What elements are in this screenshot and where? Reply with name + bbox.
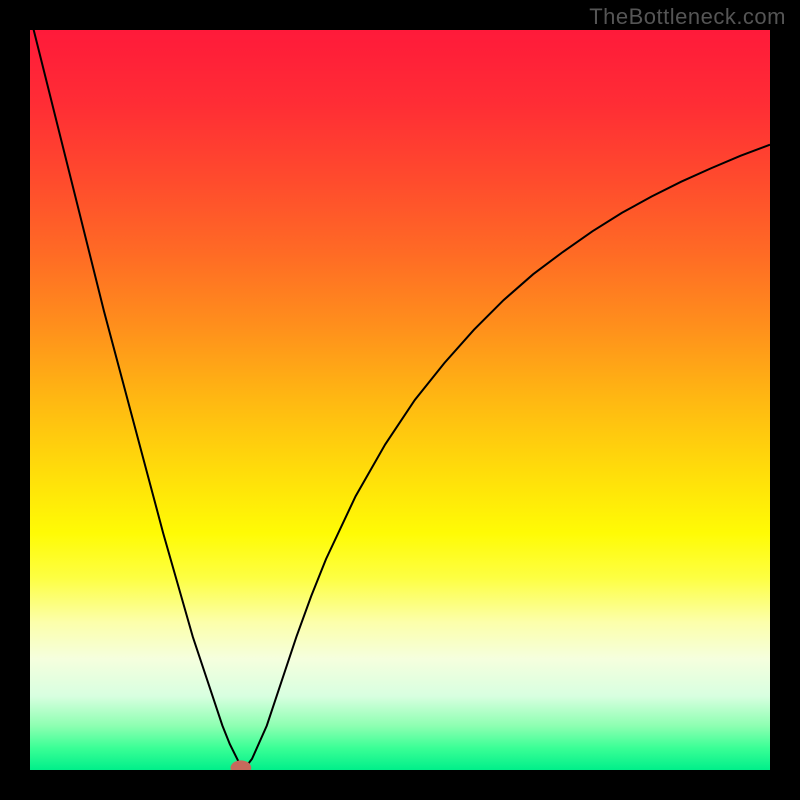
watermark-text: TheBottleneck.com: [589, 4, 786, 30]
chart-svg: [30, 30, 770, 770]
chart-background: [30, 30, 770, 770]
chart-area: [30, 30, 770, 770]
